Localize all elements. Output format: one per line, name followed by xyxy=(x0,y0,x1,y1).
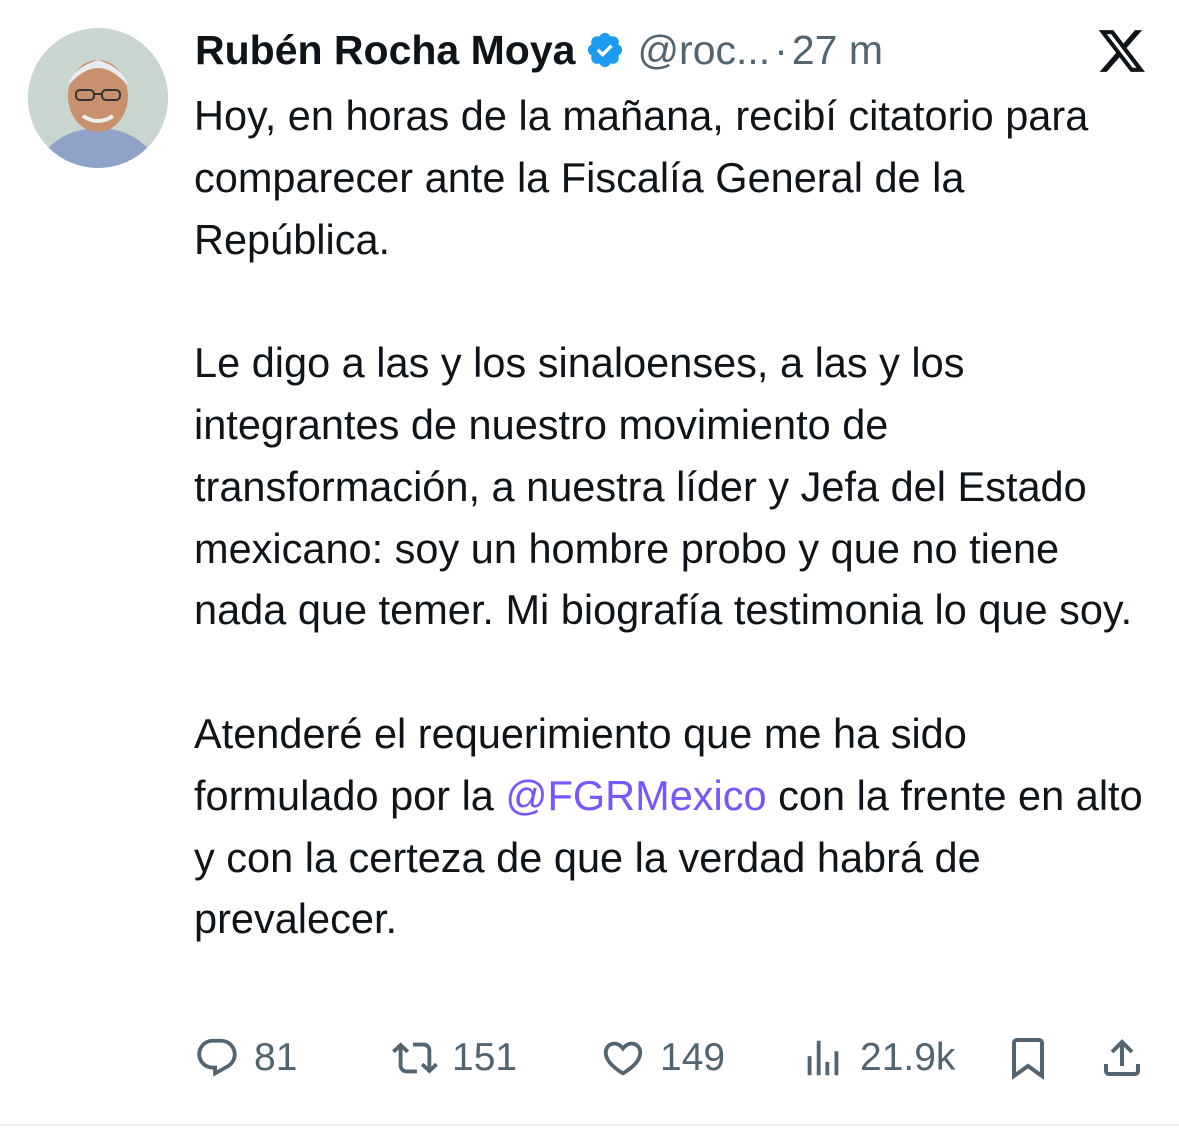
like-count: 149 xyxy=(660,1036,726,1079)
tweet-paragraph-2: Le digo a las y los sinaloenses, a las y… xyxy=(194,339,1133,634)
bookmark-icon xyxy=(1012,1038,1044,1080)
like-button[interactable]: 149 xyxy=(600,1030,725,1086)
share-button[interactable] xyxy=(1098,1034,1146,1092)
avatar-image xyxy=(28,28,168,168)
views-count: 21.9k xyxy=(860,1036,956,1079)
views-icon xyxy=(807,1040,839,1076)
repost-icon xyxy=(392,1042,438,1074)
tweet-time[interactable]: 27 m xyxy=(792,27,883,74)
reply-button[interactable]: 81 xyxy=(194,1030,297,1086)
x-logo-icon xyxy=(1098,30,1145,72)
divider xyxy=(0,1124,1179,1126)
author-name[interactable]: Rubén Rocha Moya xyxy=(195,27,575,74)
heart-icon xyxy=(603,1041,643,1076)
author-handle[interactable]: @roc... xyxy=(637,27,770,74)
views-button[interactable]: 21.9k xyxy=(800,1030,955,1086)
verified-badge-icon xyxy=(588,32,623,68)
reply-count: 81 xyxy=(254,1036,298,1079)
tweet-actions: 81 151 149 21.9k xyxy=(0,1030,1179,1086)
tweet-header: Rubén Rocha Moya @roc... · 27 m xyxy=(195,20,1079,80)
header-separator: · xyxy=(774,26,788,73)
share-icon xyxy=(1104,1039,1140,1076)
repost-count: 151 xyxy=(452,1036,518,1079)
reply-icon xyxy=(197,1038,237,1077)
bookmark-button[interactable] xyxy=(1004,1034,1052,1092)
tweet-paragraph-1: Hoy, en horas de la mañana, recibí citat… xyxy=(194,92,1089,263)
tweet-paragraph-3: Atenderé el requerimiento que me ha sido… xyxy=(194,703,1154,950)
avatar[interactable] xyxy=(28,28,168,168)
repost-button[interactable]: 151 xyxy=(392,1030,517,1086)
mention-link[interactable]: @FGRMexico xyxy=(505,772,766,819)
tweet-text: Hoy, en horas de la mañana, recibí citat… xyxy=(194,85,1154,950)
